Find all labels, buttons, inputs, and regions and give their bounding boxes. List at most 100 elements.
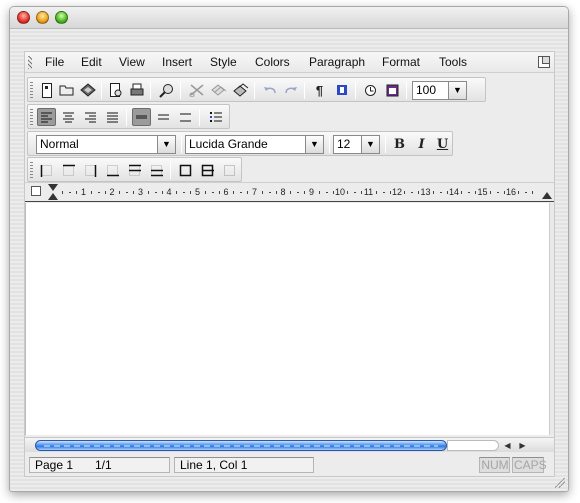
menu-file[interactable]: File bbox=[45, 55, 64, 69]
resize-grip-icon[interactable] bbox=[555, 478, 565, 488]
style-select[interactable]: Normal ▼ bbox=[36, 135, 176, 154]
status-page-field: Page 1 1/1 bbox=[29, 457, 170, 473]
border-inside-horizontal-icon[interactable] bbox=[125, 161, 144, 179]
font-size-select[interactable]: 12 ▼ bbox=[333, 135, 380, 154]
ruler-tick bbox=[375, 191, 377, 194]
border-top-icon[interactable] bbox=[59, 161, 78, 179]
menu-edit[interactable]: Edit bbox=[81, 55, 102, 69]
underline-button[interactable]: U bbox=[433, 135, 452, 153]
cut-icon[interactable] bbox=[187, 81, 206, 99]
save-icon[interactable] bbox=[78, 81, 97, 99]
ruler-tick bbox=[233, 191, 235, 194]
align-center-icon[interactable] bbox=[59, 108, 78, 126]
print-icon[interactable] bbox=[127, 81, 146, 99]
ruler[interactable]: 1 2 3 4 5 6 7 8 9 10 11 12 13 14 15 16 bbox=[25, 182, 554, 202]
ruler-tick bbox=[525, 192, 528, 193]
ruler-number: 7 bbox=[251, 187, 258, 197]
restore-document-icon[interactable] bbox=[538, 56, 550, 68]
ruler-tick bbox=[90, 191, 92, 194]
menu-colors[interactable]: Colors bbox=[255, 55, 290, 69]
ruler-tick bbox=[496, 192, 499, 193]
menu-tools[interactable]: Tools bbox=[439, 55, 467, 69]
menu-style[interactable]: Style bbox=[210, 55, 237, 69]
close-window-button[interactable] bbox=[17, 11, 30, 24]
border-outside-icon[interactable] bbox=[176, 161, 195, 179]
right-indent-marker[interactable] bbox=[542, 192, 552, 199]
border-right-icon[interactable] bbox=[81, 161, 100, 179]
open-folder-icon[interactable] bbox=[57, 81, 76, 99]
border-top-bottom-icon[interactable] bbox=[147, 161, 166, 179]
calendar-icon[interactable] bbox=[383, 81, 402, 99]
border-left-icon[interactable] bbox=[37, 161, 56, 179]
menubar-grip-icon[interactable] bbox=[28, 56, 32, 69]
document-editor[interactable] bbox=[25, 203, 554, 435]
border-all-icon[interactable] bbox=[198, 161, 217, 179]
menu-format[interactable]: Format bbox=[382, 55, 420, 69]
ruler-number: 14 bbox=[448, 187, 460, 197]
ruler-tick bbox=[76, 191, 78, 194]
new-document-icon[interactable] bbox=[37, 81, 56, 99]
chevron-down-icon[interactable]: ▼ bbox=[157, 136, 175, 153]
menu-paragraph[interactable]: Paragraph bbox=[309, 55, 365, 69]
vertical-scrollbar[interactable] bbox=[549, 203, 554, 435]
font-select[interactable]: Lucida Grande ▼ bbox=[185, 135, 324, 154]
align-right-icon[interactable] bbox=[81, 108, 100, 126]
ruler-tick bbox=[154, 192, 157, 193]
ruler-tick bbox=[382, 192, 385, 193]
scroll-left-icon[interactable]: ◀ bbox=[501, 439, 514, 452]
left-indent-marker[interactable] bbox=[48, 193, 58, 200]
ruler-tick bbox=[318, 191, 320, 194]
find-icon[interactable] bbox=[157, 81, 176, 99]
zoom-window-button[interactable] bbox=[55, 11, 68, 24]
first-line-indent-marker[interactable] bbox=[48, 184, 58, 191]
ruler-tick bbox=[268, 192, 271, 193]
chevron-down-icon[interactable]: ▼ bbox=[361, 136, 379, 153]
scroll-right-icon[interactable]: ▶ bbox=[516, 439, 529, 452]
undo-icon[interactable] bbox=[260, 81, 279, 99]
italic-button[interactable]: I bbox=[412, 135, 431, 153]
line-spacing-onehalf-icon[interactable] bbox=[154, 108, 173, 126]
menu-view[interactable]: View bbox=[119, 55, 145, 69]
align-left-icon[interactable] bbox=[37, 108, 56, 126]
border-bottom-icon[interactable] bbox=[103, 161, 122, 179]
ruler-number: 3 bbox=[137, 187, 144, 197]
toolbar-separator bbox=[329, 136, 330, 153]
horizontal-scroll-track[interactable] bbox=[447, 440, 499, 451]
toolbar-separator bbox=[180, 82, 181, 99]
ruler-tick bbox=[218, 191, 220, 194]
zoom-select[interactable]: 100 ▼ bbox=[412, 81, 467, 100]
field-icon[interactable] bbox=[332, 81, 351, 99]
title-bar[interactable] bbox=[10, 7, 568, 29]
toolbar-separator bbox=[126, 109, 127, 126]
toolbar-grip-icon[interactable] bbox=[30, 82, 33, 98]
bullet-list-icon[interactable] bbox=[206, 108, 225, 126]
toolbar-separator bbox=[355, 82, 356, 99]
border-none-icon[interactable] bbox=[220, 161, 239, 179]
ruler-tick bbox=[161, 191, 163, 194]
status-position: Line 1, Col 1 bbox=[174, 457, 314, 473]
clock-icon[interactable] bbox=[361, 81, 380, 99]
copy-icon[interactable] bbox=[209, 81, 228, 99]
menu-insert[interactable]: Insert bbox=[162, 55, 192, 69]
toolbar-separator bbox=[101, 82, 102, 99]
pilcrow-icon[interactable]: ¶ bbox=[310, 81, 329, 99]
horizontal-scrollbar[interactable]: ◀ ▶ bbox=[25, 437, 554, 452]
print-preview-icon[interactable] bbox=[106, 81, 125, 99]
bold-button[interactable]: B bbox=[390, 135, 409, 153]
toolbar-grip-icon[interactable] bbox=[30, 109, 33, 125]
paste-icon[interactable] bbox=[231, 81, 250, 99]
horizontal-scroll-thumb[interactable] bbox=[35, 440, 447, 451]
tab-stop-selector[interactable] bbox=[31, 186, 41, 196]
redo-icon[interactable] bbox=[281, 81, 300, 99]
chevron-down-icon[interactable]: ▼ bbox=[448, 82, 466, 99]
minimize-window-button[interactable] bbox=[36, 11, 49, 24]
ruler-tick bbox=[468, 192, 471, 193]
toolbar-grip-icon[interactable] bbox=[30, 162, 33, 178]
ruler-tick bbox=[325, 192, 328, 193]
line-spacing-double-icon[interactable] bbox=[176, 108, 195, 126]
toolbar-separator bbox=[150, 82, 151, 99]
line-spacing-single-icon[interactable] bbox=[132, 108, 151, 126]
chevron-down-icon[interactable]: ▼ bbox=[305, 136, 323, 153]
justify-icon[interactable] bbox=[103, 108, 122, 126]
ruler-tick bbox=[503, 191, 505, 194]
